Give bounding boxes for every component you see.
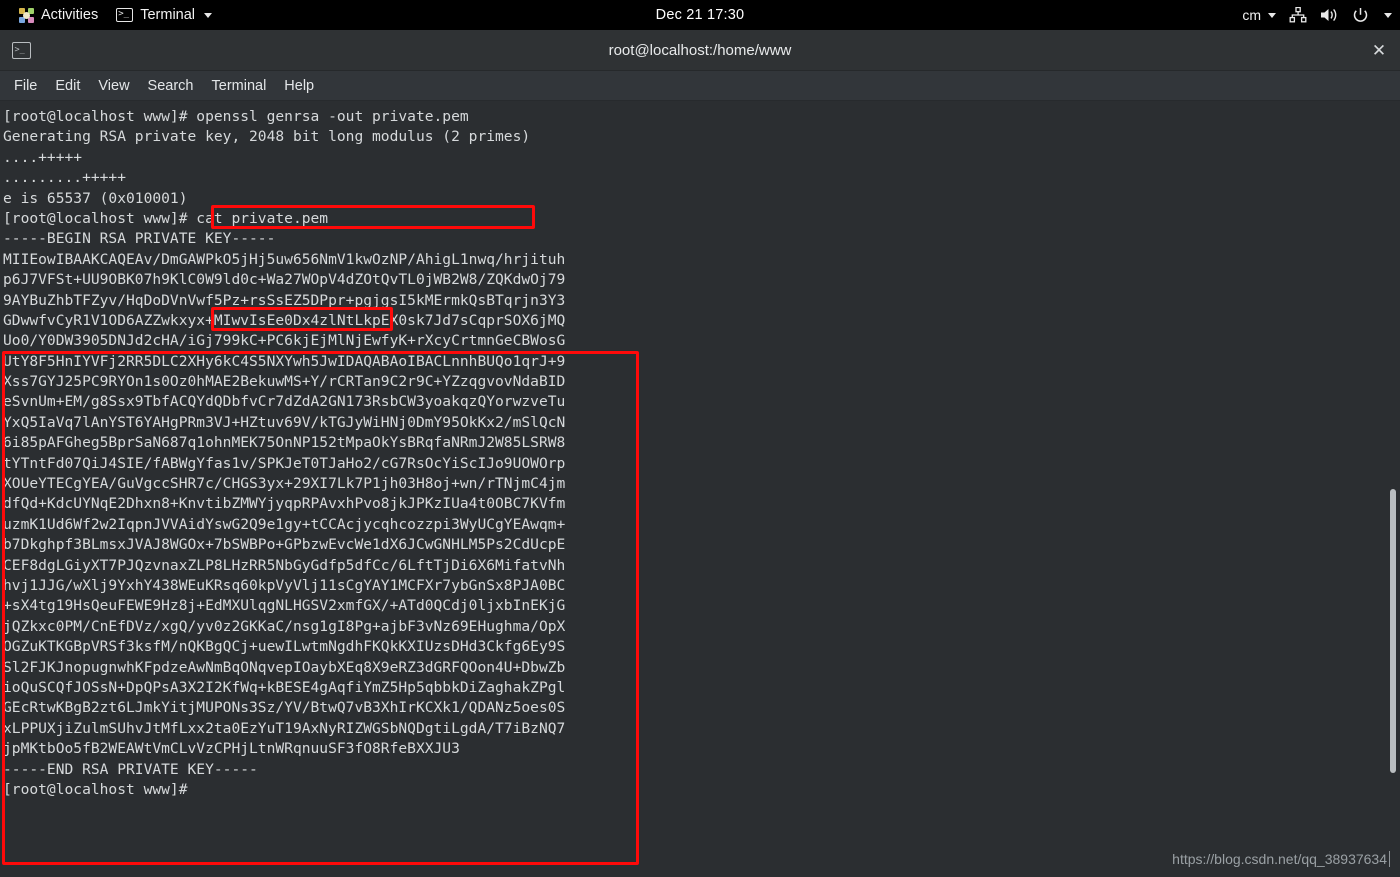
menu-item-search[interactable]: Search bbox=[140, 74, 202, 98]
input-method-label: cm bbox=[1242, 7, 1261, 23]
terminal-line: uzmK1Ud6Wf2w2IqpnJVVAidYswG2Q9e1gy+tCCAc… bbox=[3, 515, 566, 533]
app-menu-terminal[interactable]: Terminal bbox=[107, 4, 221, 26]
terminal-line: UtY8F5HnIYVFj2RR5DLC2XHy6kC4S5NXYwh5JwID… bbox=[3, 352, 566, 370]
menu-bar: File Edit View Search Terminal Help bbox=[0, 71, 1400, 101]
terminal-line: e is 65537 (0x010001) bbox=[3, 189, 188, 207]
terminal-line: ....+++++ bbox=[3, 148, 83, 166]
terminal-text: [root@localhost www]# openssl genrsa -ou… bbox=[3, 107, 565, 800]
terminal-line: -----END RSA PRIVATE KEY----- bbox=[3, 760, 258, 778]
gnome-top-bar: Activities Terminal Dec 21 17:30 cm bbox=[0, 0, 1400, 30]
terminal-line: GDwwfvCyR1V1OD6AZZwkxyx+MIwvIsEe0Dx4zlNt… bbox=[3, 311, 566, 329]
terminal-line: b7Dkghpf3BLmsxJVAJ8WGOx+7bSWBPo+GPbzwEvc… bbox=[3, 536, 566, 554]
terminal-line: tYTntFd07QiJ4SIE/fABWgYfas1v/SPKJeT0TJaH… bbox=[3, 454, 566, 472]
menu-item-file[interactable]: File bbox=[6, 74, 45, 98]
terminal-line: eSvnUm+EM/g8Ssx9TbfACQYdQDbfvCr7dZdA2GN1… bbox=[3, 393, 566, 411]
top-bar-status-group: cm bbox=[1242, 7, 1392, 24]
terminal-line: jpMKtbOo5fB2WEAWtVmCLvVzCPHjLtnWRqnuuSF3… bbox=[3, 740, 460, 758]
terminal-line: YxQ5IaVq7lAnYST6YAHgPRm3VJ+HZtuv69V/kTGJ… bbox=[3, 413, 566, 431]
terminal-icon bbox=[12, 41, 31, 59]
menu-item-help[interactable]: Help bbox=[276, 74, 322, 98]
activities-label: Activities bbox=[41, 7, 99, 23]
input-method-indicator[interactable]: cm bbox=[1242, 7, 1276, 23]
terminal-line: [root@localhost www]# bbox=[3, 780, 188, 798]
terminal-line: xLPPUXjiZulmSUhvJtMfLxx2ta0EzYuT19AxNyRI… bbox=[3, 719, 566, 737]
menu-item-terminal[interactable]: Terminal bbox=[204, 74, 275, 98]
terminal-line: dfQd+KdcUYNqE2Dhxn8+KnvtibZMWYjyqpRPAvxh… bbox=[3, 495, 566, 513]
terminal-line: OGZuKTKGBpVRSf3ksfM/nQKBgQCj+uewILwtmNgd… bbox=[3, 638, 566, 656]
terminal-scrollbar[interactable] bbox=[1386, 101, 1400, 877]
terminal-line: Xss7GYJ25PC9RYOn1s0Oz0hMAE2BekuwMS+Y/rCR… bbox=[3, 373, 566, 391]
terminal-line: 9AYBuZhbTFZyv/HqDoDVnVwf5Pz+rsSsEZ5DPpr+… bbox=[3, 291, 566, 309]
terminal-window: root@localhost:/home/www ✕ File Edit Vie… bbox=[0, 30, 1400, 877]
terminal-line: -----BEGIN RSA PRIVATE KEY----- bbox=[3, 230, 276, 248]
terminal-line: Generating RSA private key, 2048 bit lon… bbox=[3, 128, 531, 146]
menu-item-view[interactable]: View bbox=[90, 74, 137, 98]
gnome-activities-icon bbox=[19, 7, 34, 23]
terminal-line: +sX4tg19HsQeuFEWE9Hz8j+EdMXUlqgNLHGSV2xm… bbox=[3, 597, 566, 615]
terminal-line: jQZkxc0PM/CnEfDVz/xgQ/yv0z2GKKaC/nsg1gI8… bbox=[3, 617, 566, 635]
terminal-line: [root@localhost www]# openssl genrsa -ou… bbox=[3, 108, 469, 125]
terminal-line: [root@localhost www]# cat private.pem bbox=[3, 209, 329, 227]
volume-icon[interactable] bbox=[1320, 7, 1339, 23]
terminal-icon bbox=[116, 7, 134, 22]
power-icon[interactable] bbox=[1352, 7, 1369, 24]
terminal-line: CEF8dgLGiyXT7PJQzvnaxZLP8LHzRR5NbGyGdfp5… bbox=[3, 556, 566, 574]
scrollbar-thumb[interactable] bbox=[1390, 489, 1396, 773]
terminal-line: MIIEowIBAAKCAQEAv/DmGAWPkO5jHj5uw656NmV1… bbox=[3, 250, 566, 268]
activities-button[interactable]: Activities bbox=[10, 4, 107, 26]
chevron-down-icon bbox=[1268, 12, 1276, 18]
terminal-line: .........+++++ bbox=[3, 169, 127, 187]
chevron-down-icon bbox=[204, 12, 213, 18]
network-icon[interactable] bbox=[1289, 7, 1307, 23]
menu-item-edit[interactable]: Edit bbox=[47, 74, 88, 98]
terminal-line: Sl2FJKJnopugnwhKFpdzeAwNmBqONqvepIOaybXE… bbox=[3, 658, 566, 676]
terminal-line: p6J7VFSt+UU9OBK07h9KlC0W9ld0c+Wa27WOpV4d… bbox=[3, 271, 566, 289]
close-icon[interactable]: ✕ bbox=[1368, 39, 1390, 61]
window-titlebar: root@localhost:/home/www ✕ bbox=[0, 30, 1400, 71]
terminal-line: Uo0/Y0DW3905DNJd2cHA/iGj799kC+PC6kjEjMlN… bbox=[3, 332, 566, 350]
terminal-line: 6i85pAFGheg5BprSaN687q1ohnMEK75OnNP152tM… bbox=[3, 434, 566, 452]
terminal-line: GEcRtwKBgB2zt6LJmkYitjMUPONs3Sz/YV/BtwQ7… bbox=[3, 699, 566, 717]
window-title: root@localhost:/home/www bbox=[608, 41, 792, 59]
chevron-down-icon[interactable] bbox=[1384, 12, 1392, 18]
watermark: https://blog.csdn.net/qq_38937634 bbox=[1172, 851, 1390, 867]
terminal-line: hvj1JJG/wXlj9YxhY438WEuKRsq60kpVyVlj11sC… bbox=[3, 576, 566, 594]
app-menu-label: Terminal bbox=[140, 7, 196, 23]
terminal-line: XOUeYTECgYEA/GuVgccSHR7c/CHGS3yx+29XI7Lk… bbox=[3, 475, 566, 493]
terminal-line: ioQuSCQfJOSsN+DpQPsA3X2I2KfWq+kBESE4gAqf… bbox=[3, 678, 566, 696]
terminal-output-area[interactable]: [root@localhost www]# openssl genrsa -ou… bbox=[0, 101, 1400, 877]
top-bar-left-group: Activities Terminal bbox=[0, 4, 221, 26]
